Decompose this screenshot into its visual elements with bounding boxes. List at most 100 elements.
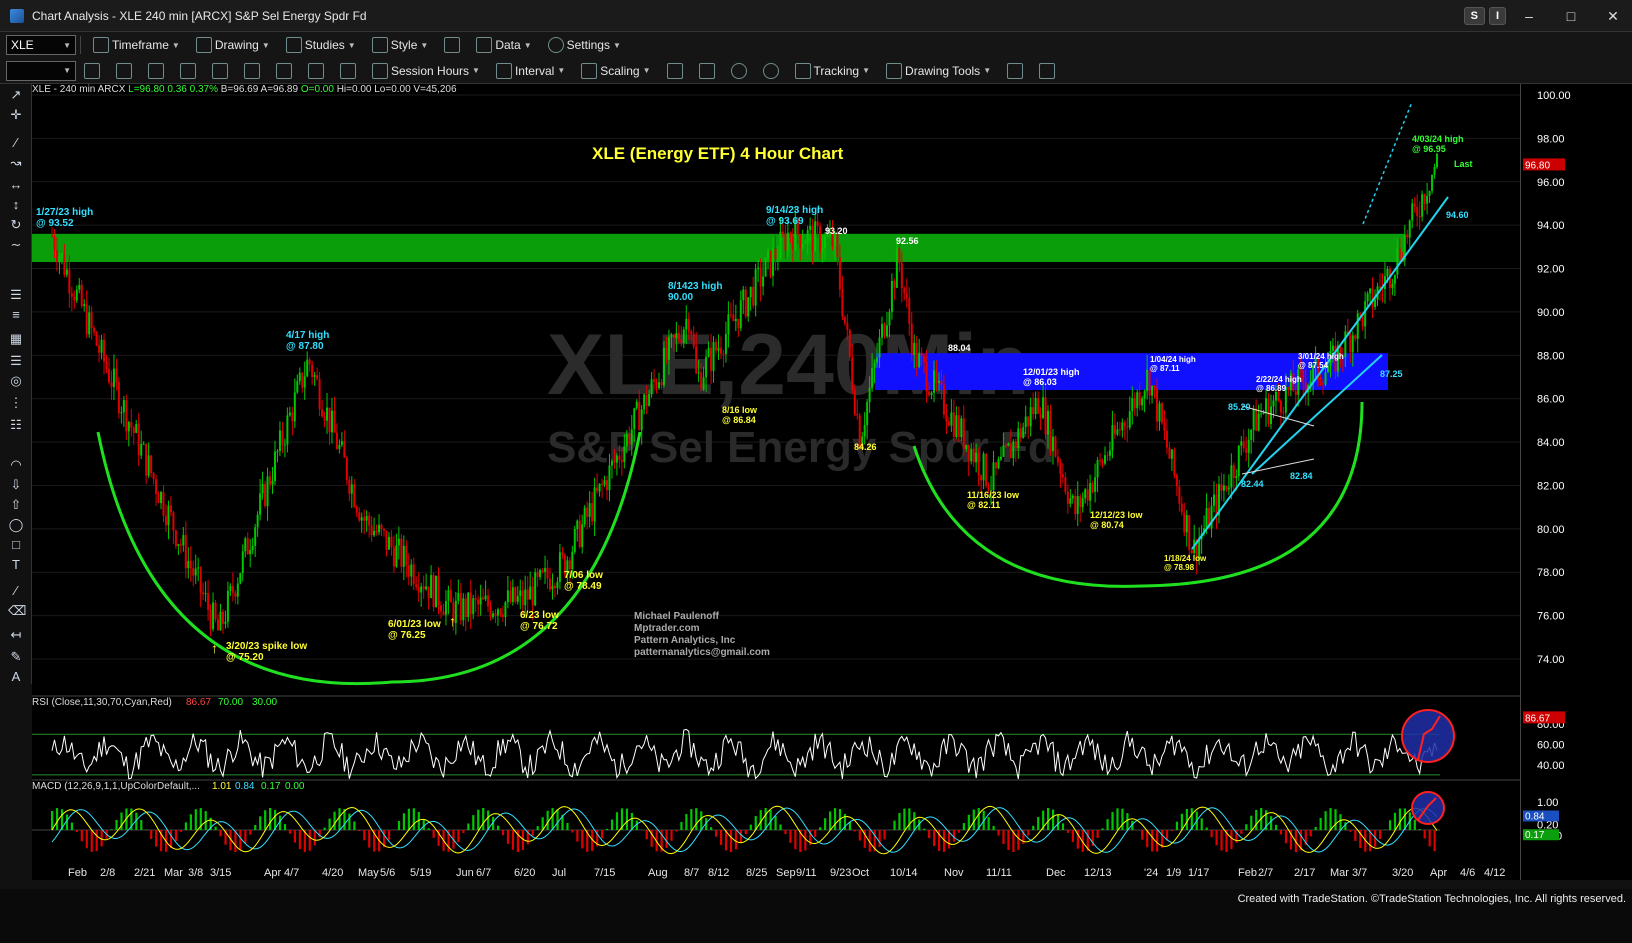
trendline-tool-icon[interactable]: ∕ xyxy=(8,136,24,150)
macd-hist-bar xyxy=(482,807,485,830)
macd-hist-bar xyxy=(1284,830,1288,844)
candle-body xyxy=(643,394,646,410)
candle-body xyxy=(457,593,460,601)
andrews-pitchfork-tool-icon[interactable]: ☰ xyxy=(8,288,24,302)
rectangle-tool-icon[interactable]: □ xyxy=(8,538,24,552)
candle-body xyxy=(55,250,58,263)
studies-menu[interactable]: Studies ▼ xyxy=(278,37,364,53)
pointer-tool-icon[interactable]: ↗ xyxy=(8,88,24,102)
zoom-range-button[interactable] xyxy=(172,62,204,79)
candle-body xyxy=(1426,195,1429,204)
price-chart-area[interactable]: XLE,240Min S&P Sel Energy Spdr Fd 1/27/23 … xyxy=(32,84,1520,880)
zoom-in-button[interactable] xyxy=(723,62,755,79)
price-tick-label: 90.00 xyxy=(1537,307,1565,319)
candle-body xyxy=(1245,448,1248,453)
candle-body xyxy=(863,425,866,437)
macd-hist-bar xyxy=(690,809,693,830)
ray-tool-icon[interactable]: ↝ xyxy=(8,156,24,170)
drawing-menu[interactable]: Drawing ▼ xyxy=(188,37,278,53)
link-button[interactable] xyxy=(76,62,108,79)
zoom-out-button[interactable] xyxy=(755,62,787,79)
reload-button[interactable] xyxy=(204,62,236,79)
scaling-menu[interactable]: Scaling ▼ xyxy=(573,62,658,79)
eraser-tool-icon[interactable]: ⌫ xyxy=(8,604,26,618)
text-tool-icon[interactable]: T xyxy=(8,558,24,572)
target-tool-icon[interactable]: ◎ xyxy=(8,374,24,388)
candle-body xyxy=(370,525,373,536)
candle-body xyxy=(675,332,678,339)
candle-body xyxy=(122,400,125,413)
alert-button[interactable] xyxy=(236,62,268,79)
x-axis-label: Feb xyxy=(68,867,87,879)
timeframe-menu[interactable]: Timeframe ▼ xyxy=(85,37,188,53)
cycle-tool-icon[interactable]: ↻ xyxy=(8,218,24,232)
candle-body xyxy=(1260,413,1263,415)
pattern-tool-icon[interactable]: ⋮ xyxy=(8,396,24,410)
candle-body xyxy=(601,483,604,485)
price-axis[interactable]: 100.00 98.00 96.00 94.00 92.00 90.00 88.00 86.0… xyxy=(1520,84,1632,880)
channel-tool-icon[interactable]: ☷ xyxy=(8,418,24,432)
style-menu[interactable]: Style ▼ xyxy=(364,37,437,53)
x-axis-label: 4/20 xyxy=(322,867,343,879)
grid-button[interactable] xyxy=(332,62,364,79)
annotation-85-20: 85.20 xyxy=(1228,402,1251,412)
horizontal-line-tool-icon[interactable]: ↔ xyxy=(8,178,24,192)
macd-hist-bar xyxy=(472,815,475,830)
close-icon[interactable]: ✕ xyxy=(1594,0,1632,32)
arrow-up-tool-icon[interactable]: ⇧ xyxy=(8,498,24,512)
candle-body xyxy=(474,598,477,600)
drawing-tools-menu[interactable]: Drawing Tools ▼ xyxy=(878,62,999,79)
ellipse-tool-icon[interactable]: ◯ xyxy=(8,518,24,532)
export-button[interactable] xyxy=(999,62,1031,79)
ruler-tool-icon[interactable]: ∕ xyxy=(8,584,24,598)
tracking-menu[interactable]: Tracking ▼ xyxy=(787,62,879,79)
candle-body xyxy=(781,231,784,234)
session-hours-menu[interactable]: Session Hours ▼ xyxy=(364,62,488,79)
macd-hist-bar xyxy=(511,830,515,850)
minimize-icon[interactable]: – xyxy=(1510,0,1548,32)
pen-tool-icon[interactable]: ✎ xyxy=(8,650,24,664)
chat-button[interactable] xyxy=(1031,62,1063,79)
speed-line-tool-icon[interactable]: ∼ xyxy=(8,238,24,252)
print-button[interactable] xyxy=(300,62,332,79)
workspace-select[interactable]: ▼ xyxy=(6,60,76,81)
candle-body xyxy=(1032,407,1035,415)
candle-body xyxy=(586,507,589,517)
arrow-down-tool-icon[interactable]: ⇩ xyxy=(8,478,24,492)
data-menu[interactable]: Data ▼ xyxy=(468,37,539,53)
fibonacci-tool-icon[interactable]: ≡ xyxy=(8,308,24,322)
chart-canvas[interactable]: XLE,240MinS&P Sel Energy Spdr Fd1/27/23 … xyxy=(32,84,1520,880)
regression-tool-icon[interactable]: ☰ xyxy=(8,354,24,368)
annotation-84-26: 84.26 xyxy=(854,442,877,452)
symbol-link-button[interactable]: S xyxy=(1463,7,1485,25)
symbol-input[interactable]: XLE ▼ xyxy=(6,35,76,55)
crosshair-tool-icon[interactable]: ✛ xyxy=(8,108,24,122)
bar-spacing-button[interactable] xyxy=(659,62,691,79)
candle-body xyxy=(60,254,63,257)
layout-button[interactable] xyxy=(436,37,468,53)
save-button[interactable] xyxy=(268,62,300,79)
info-button[interactable]: I xyxy=(1488,7,1506,25)
maximize-icon[interactable]: □ xyxy=(1552,0,1590,32)
hide-tool-icon[interactable]: ↤ xyxy=(8,628,24,642)
font-tool-icon[interactable]: A xyxy=(8,670,24,684)
candle-button[interactable] xyxy=(691,62,723,79)
vertical-line-tool-icon[interactable]: ↕ xyxy=(8,198,24,212)
candle-body xyxy=(1356,313,1359,339)
settings-menu[interactable]: Settings ▼ xyxy=(540,37,629,53)
data-label: Data xyxy=(495,38,521,52)
candle-body xyxy=(707,347,710,357)
refresh-button[interactable] xyxy=(108,62,140,79)
arc-tool-icon[interactable]: ◠ xyxy=(8,458,24,472)
annotation-92-56: 92.56 xyxy=(896,236,919,246)
gann-tool-icon[interactable]: ▦ xyxy=(8,332,24,346)
candle-body xyxy=(155,479,158,494)
candle-body xyxy=(385,530,388,550)
candle-body xyxy=(303,376,306,388)
interval-menu[interactable]: Interval ▼ xyxy=(488,62,573,79)
macd-hist-bar xyxy=(254,824,257,830)
calendar-button[interactable] xyxy=(140,62,172,79)
candle-body xyxy=(85,304,88,335)
macd-hist-bar xyxy=(893,820,896,830)
candle-body xyxy=(1262,412,1265,414)
